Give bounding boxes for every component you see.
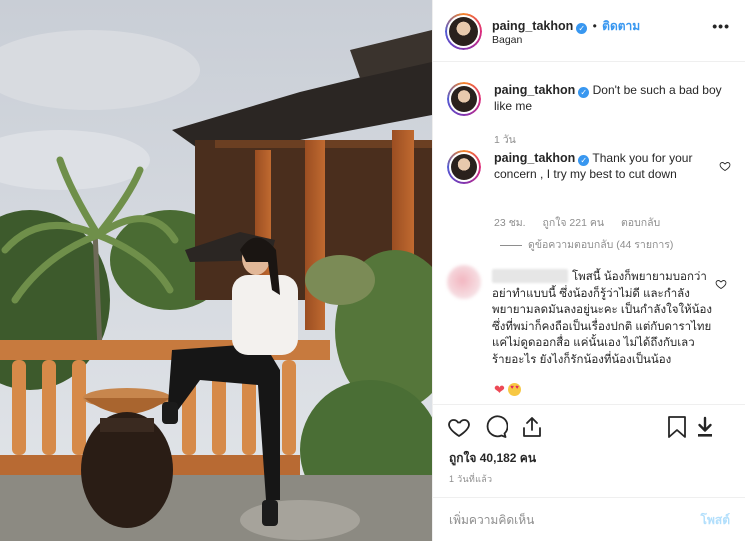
heart-eyes-emoji: ♥ ♥ bbox=[508, 383, 522, 396]
post-header: paing_takhon ✓ • ติดตาม Bagan ••• bbox=[433, 0, 745, 62]
view-replies-label: ดูข้อความตอบกลับ (44 รายการ) bbox=[528, 239, 674, 251]
comment-username[interactable]: paing_takhon bbox=[494, 151, 575, 165]
post-time[interactable]: 1 วันที่แล้ว bbox=[449, 472, 492, 486]
heart-icon[interactable] bbox=[447, 415, 471, 439]
comment-like-heart-icon[interactable] bbox=[715, 278, 727, 290]
comment-reply-button[interactable]: ตอบกลับ bbox=[621, 217, 660, 229]
photo-scene bbox=[0, 0, 432, 541]
comment-meta: 23 ชม. ถูกใจ 221 คน ตอบกลับ bbox=[494, 214, 674, 231]
red-heart-emoji: ❤ bbox=[494, 382, 505, 397]
download-icon[interactable] bbox=[695, 415, 715, 439]
avatar[interactable] bbox=[445, 13, 482, 50]
replies-divider bbox=[500, 244, 522, 246]
post-actions: ถูกใจ 40,182 คน 1 วันที่แล้ว bbox=[433, 404, 745, 484]
comment-likes[interactable]: ถูกใจ 221 คน bbox=[542, 217, 604, 229]
fan-comment-text: โพสนี้ น้องก็พยายามบอกว่า อย่าทำแบบนี้ ซ… bbox=[492, 269, 714, 369]
author-username[interactable]: paing_takhon bbox=[492, 19, 573, 33]
separator-dot: • bbox=[592, 19, 597, 33]
post-photo[interactable] bbox=[0, 0, 432, 541]
follow-button[interactable]: ติดตาม bbox=[602, 19, 640, 33]
comment-icon[interactable] bbox=[484, 415, 508, 439]
avatar[interactable] bbox=[447, 82, 481, 116]
post-side-panel: paing_takhon ✓ • ติดตาม Bagan ••• paing_t… bbox=[432, 0, 745, 541]
verified-badge-icon: ✓ bbox=[578, 87, 590, 98]
comment-like-heart-icon[interactable] bbox=[719, 160, 731, 172]
fan-comment-emojis: ❤ ♥ ♥ bbox=[494, 382, 524, 398]
share-icon[interactable] bbox=[520, 415, 544, 439]
comment-input[interactable]: เพิ่มความคิดเห็น bbox=[449, 511, 534, 530]
add-comment-bar: เพิ่มความคิดเห็น โพสต์ bbox=[433, 497, 745, 541]
verified-badge-icon: ✓ bbox=[578, 155, 590, 166]
location-link[interactable]: Bagan bbox=[492, 34, 522, 46]
likes-count[interactable]: ถูกใจ 40,182 คน bbox=[449, 449, 536, 468]
caption-meta: 1 วัน bbox=[494, 131, 530, 148]
bookmark-icon[interactable] bbox=[666, 415, 688, 439]
caption: paing_takhon ✓ Don't be such a bad boy li… bbox=[447, 82, 731, 122]
ellipsis-icon[interactable]: ••• bbox=[712, 18, 730, 34]
avatar[interactable] bbox=[447, 150, 481, 184]
caption-age[interactable]: 1 วัน bbox=[494, 134, 516, 146]
post-comment-button[interactable]: โพสต์ bbox=[701, 511, 730, 530]
comment-item: paing_takhon ✓ Thank you for your concern… bbox=[447, 150, 731, 202]
comment-text: paing_takhon ✓ Thank you for your concern… bbox=[494, 150, 705, 182]
view-replies-link[interactable]: ดูข้อความตอบกลับ (44 รายการ) bbox=[500, 236, 673, 253]
comment-age[interactable]: 23 ชม. bbox=[494, 217, 526, 229]
caption-text: paing_takhon ✓ Don't be such a bad boy li… bbox=[494, 82, 731, 114]
caption-username[interactable]: paing_takhon bbox=[494, 83, 575, 97]
blurred-avatar[interactable] bbox=[447, 265, 481, 299]
verified-badge-icon: ✓ bbox=[576, 23, 588, 34]
fan-comment-body: โพสนี้ น้องก็พยายามบอกว่า อย่าทำแบบนี้ ซ… bbox=[492, 271, 713, 366]
